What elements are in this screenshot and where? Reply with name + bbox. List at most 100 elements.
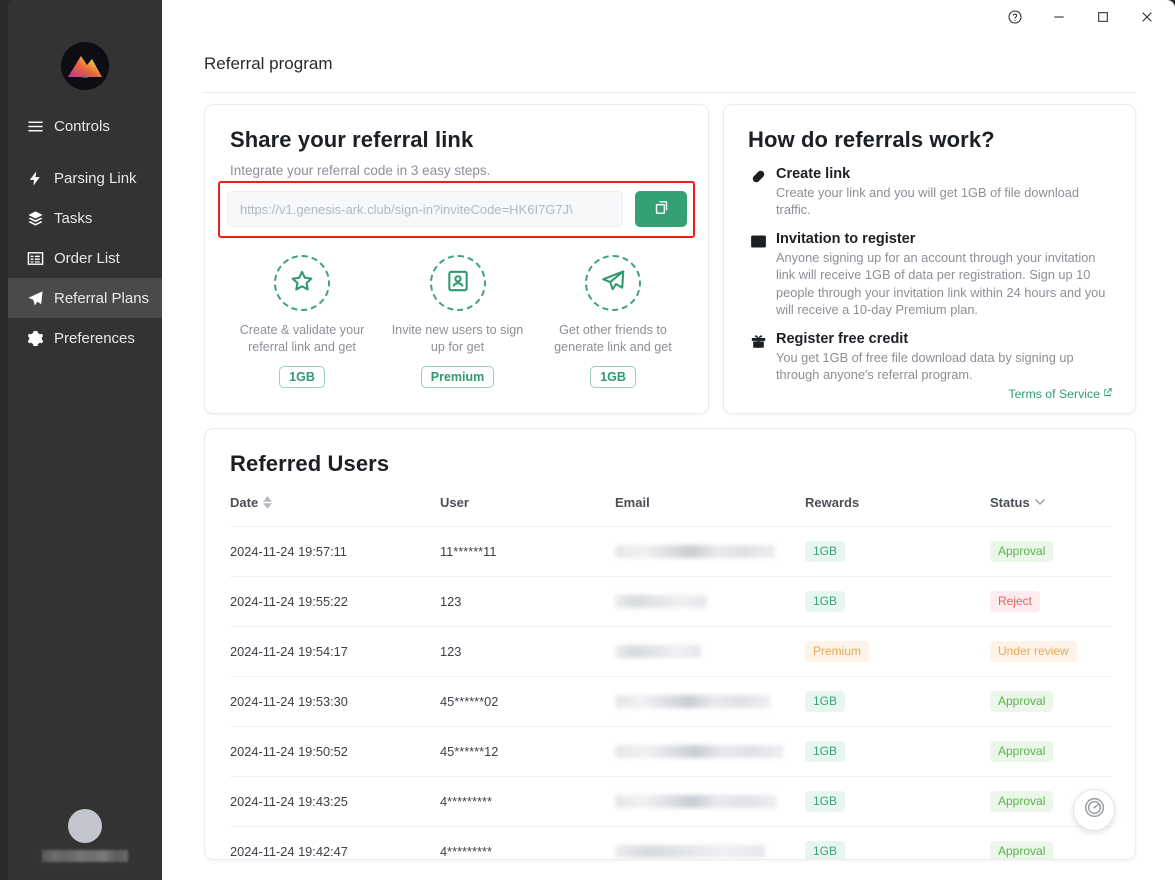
email-redacted [615,545,775,558]
referral-step: Create & validate your referral link and… [230,255,374,388]
cell-date: 2024-11-24 19:54:17 [230,626,440,677]
how-item-title: Invitation to register [776,231,916,248]
email-redacted [615,795,777,808]
speedometer-icon [1083,796,1106,824]
column-label: User [440,495,469,510]
copy-icon [653,199,670,219]
cell-user: 11******11 [440,526,615,577]
menu-icon [26,117,45,136]
table-row[interactable]: 2024-11-24 19:53:30 45******02 1GB Approval [230,676,1112,727]
cell-date: 2024-11-24 19:57:11 [230,526,440,577]
cell-rewards: Premium [805,626,990,677]
star-icon [289,268,315,299]
sidebar-item-referral-plans[interactable]: Referral Plans [8,278,162,318]
reward-badge: Premium [805,641,870,662]
page-title: Referral program [204,54,333,73]
status-badge: Approval [990,791,1054,812]
cell-date: 2024-11-24 19:43:25 [230,776,440,827]
status-badge: Approval [990,841,1054,859]
cell-status: Approval [990,826,1112,859]
cell-user: 4********* [440,826,615,859]
cell-email [615,526,805,577]
cell-user: 123 [440,576,615,627]
sidebar-item-parsing-link[interactable]: Parsing Link [8,158,162,198]
minimize-button[interactable] [1037,0,1081,34]
top-cards-row: Share your referral link Integrate your … [204,104,1136,414]
sidebar-item-preferences[interactable]: Preferences [8,318,162,358]
email-redacted [615,845,765,858]
sidebar-item-tasks[interactable]: Tasks [8,198,162,238]
table-row[interactable]: 2024-11-24 19:57:11 11******11 1GB Approval [230,526,1112,577]
column-header-status[interactable]: Status [990,495,1112,527]
column-label: Status [990,495,1030,510]
sidebar-item-controls[interactable]: Controls [8,106,162,146]
referral-link-input[interactable] [227,191,623,227]
how-item-desc: Anyone signing up for an account through… [776,250,1106,317]
terms-of-service-link[interactable]: Terms of Service [1008,387,1113,401]
referral-step: Invite new users to sign up for get Prem… [386,255,530,388]
status-badge: Approval [990,541,1054,562]
table-row[interactable]: 2024-11-24 19:50:52 45******12 1GB Approval [230,726,1112,777]
help-button[interactable] [993,0,1037,34]
avatar [68,809,102,843]
maximize-button[interactable] [1081,0,1125,34]
cell-rewards: 1GB [805,526,990,577]
reward-badge: 1GB [805,741,846,762]
column-header-rewards: Rewards [805,495,990,527]
logo-container [8,42,162,90]
email-redacted [615,695,770,708]
status-badge: Approval [990,741,1054,762]
copy-link-button[interactable] [635,191,687,227]
list-icon [26,249,45,268]
close-button[interactable] [1125,0,1169,34]
table-row[interactable]: 2024-11-24 19:43:25 4********* 1GB Approval [230,776,1112,827]
step-reward-badge: 1GB [590,366,636,388]
step-icon-circle [274,255,330,311]
layers-icon [26,209,45,228]
sidebar-item-label: Controls [54,117,110,135]
link-icon [748,166,768,185]
table-row[interactable]: 2024-11-24 19:42:47 4********* 1GB Approval [230,826,1112,859]
cell-date: 2024-11-24 19:42:47 [230,826,440,859]
table-body: 2024-11-24 19:57:11 11******11 1GB Approval… [230,526,1112,859]
how-item-body: Register free credit You get 1GB of free… [776,331,1113,383]
sidebar-item-order-list[interactable]: Order List [8,238,162,278]
column-header-date[interactable]: Date [230,495,440,527]
how-referrals-work-card: How do referrals work? Create link Creat… [723,104,1136,414]
status-badge: Reject [990,591,1041,612]
sidebar: Controls Parsing Link Tasks Order List R… [8,0,162,880]
terms-label: Terms of Service [1008,387,1100,401]
app-root: Controls Parsing Link Tasks Order List R… [0,0,1175,880]
how-item-title: Register free credit [776,330,909,347]
chevron-down-icon[interactable] [1034,499,1045,506]
column-header-user: User [440,495,615,527]
cell-user: 4********* [440,776,615,827]
how-card-title: How do referrals work? [748,127,995,152]
cell-email [615,726,805,777]
how-item-body: Invitation to register Anyone signing up… [776,231,1113,318]
speed-test-button[interactable] [1073,789,1115,831]
sidebar-item-label: Order List [54,249,120,267]
cell-status: Approval [990,726,1112,777]
gear-icon [26,329,45,348]
cell-rewards: 1GB [805,576,990,627]
sidebar-item-label: Tasks [54,209,93,227]
table-title: Referred Users [230,451,390,476]
sort-icon[interactable] [263,496,273,509]
email-redacted [615,645,701,658]
step-text: Get other friends to generate link and g… [554,323,672,354]
cell-status: Approval [990,676,1112,727]
share-referral-card: Share your referral link Integrate your … [204,104,709,414]
column-label: Date [230,495,259,510]
table-row[interactable]: 2024-11-24 19:55:22 123 1GB Reject [230,576,1112,627]
user-profile[interactable] [8,809,162,862]
cell-email [615,676,805,727]
how-item-desc: Create your link and you will get 1GB of… [776,185,1080,218]
referred-users-table: Date User Email Rewards Status 2024-11-2… [230,495,1112,859]
sidebar-item-label: Preferences [54,329,135,347]
bolt-icon [26,169,45,188]
paper-plane-icon [26,289,45,308]
column-header-email: Email [615,495,805,527]
table-row[interactable]: 2024-11-24 19:54:17 123 Premium Under revie… [230,626,1112,677]
